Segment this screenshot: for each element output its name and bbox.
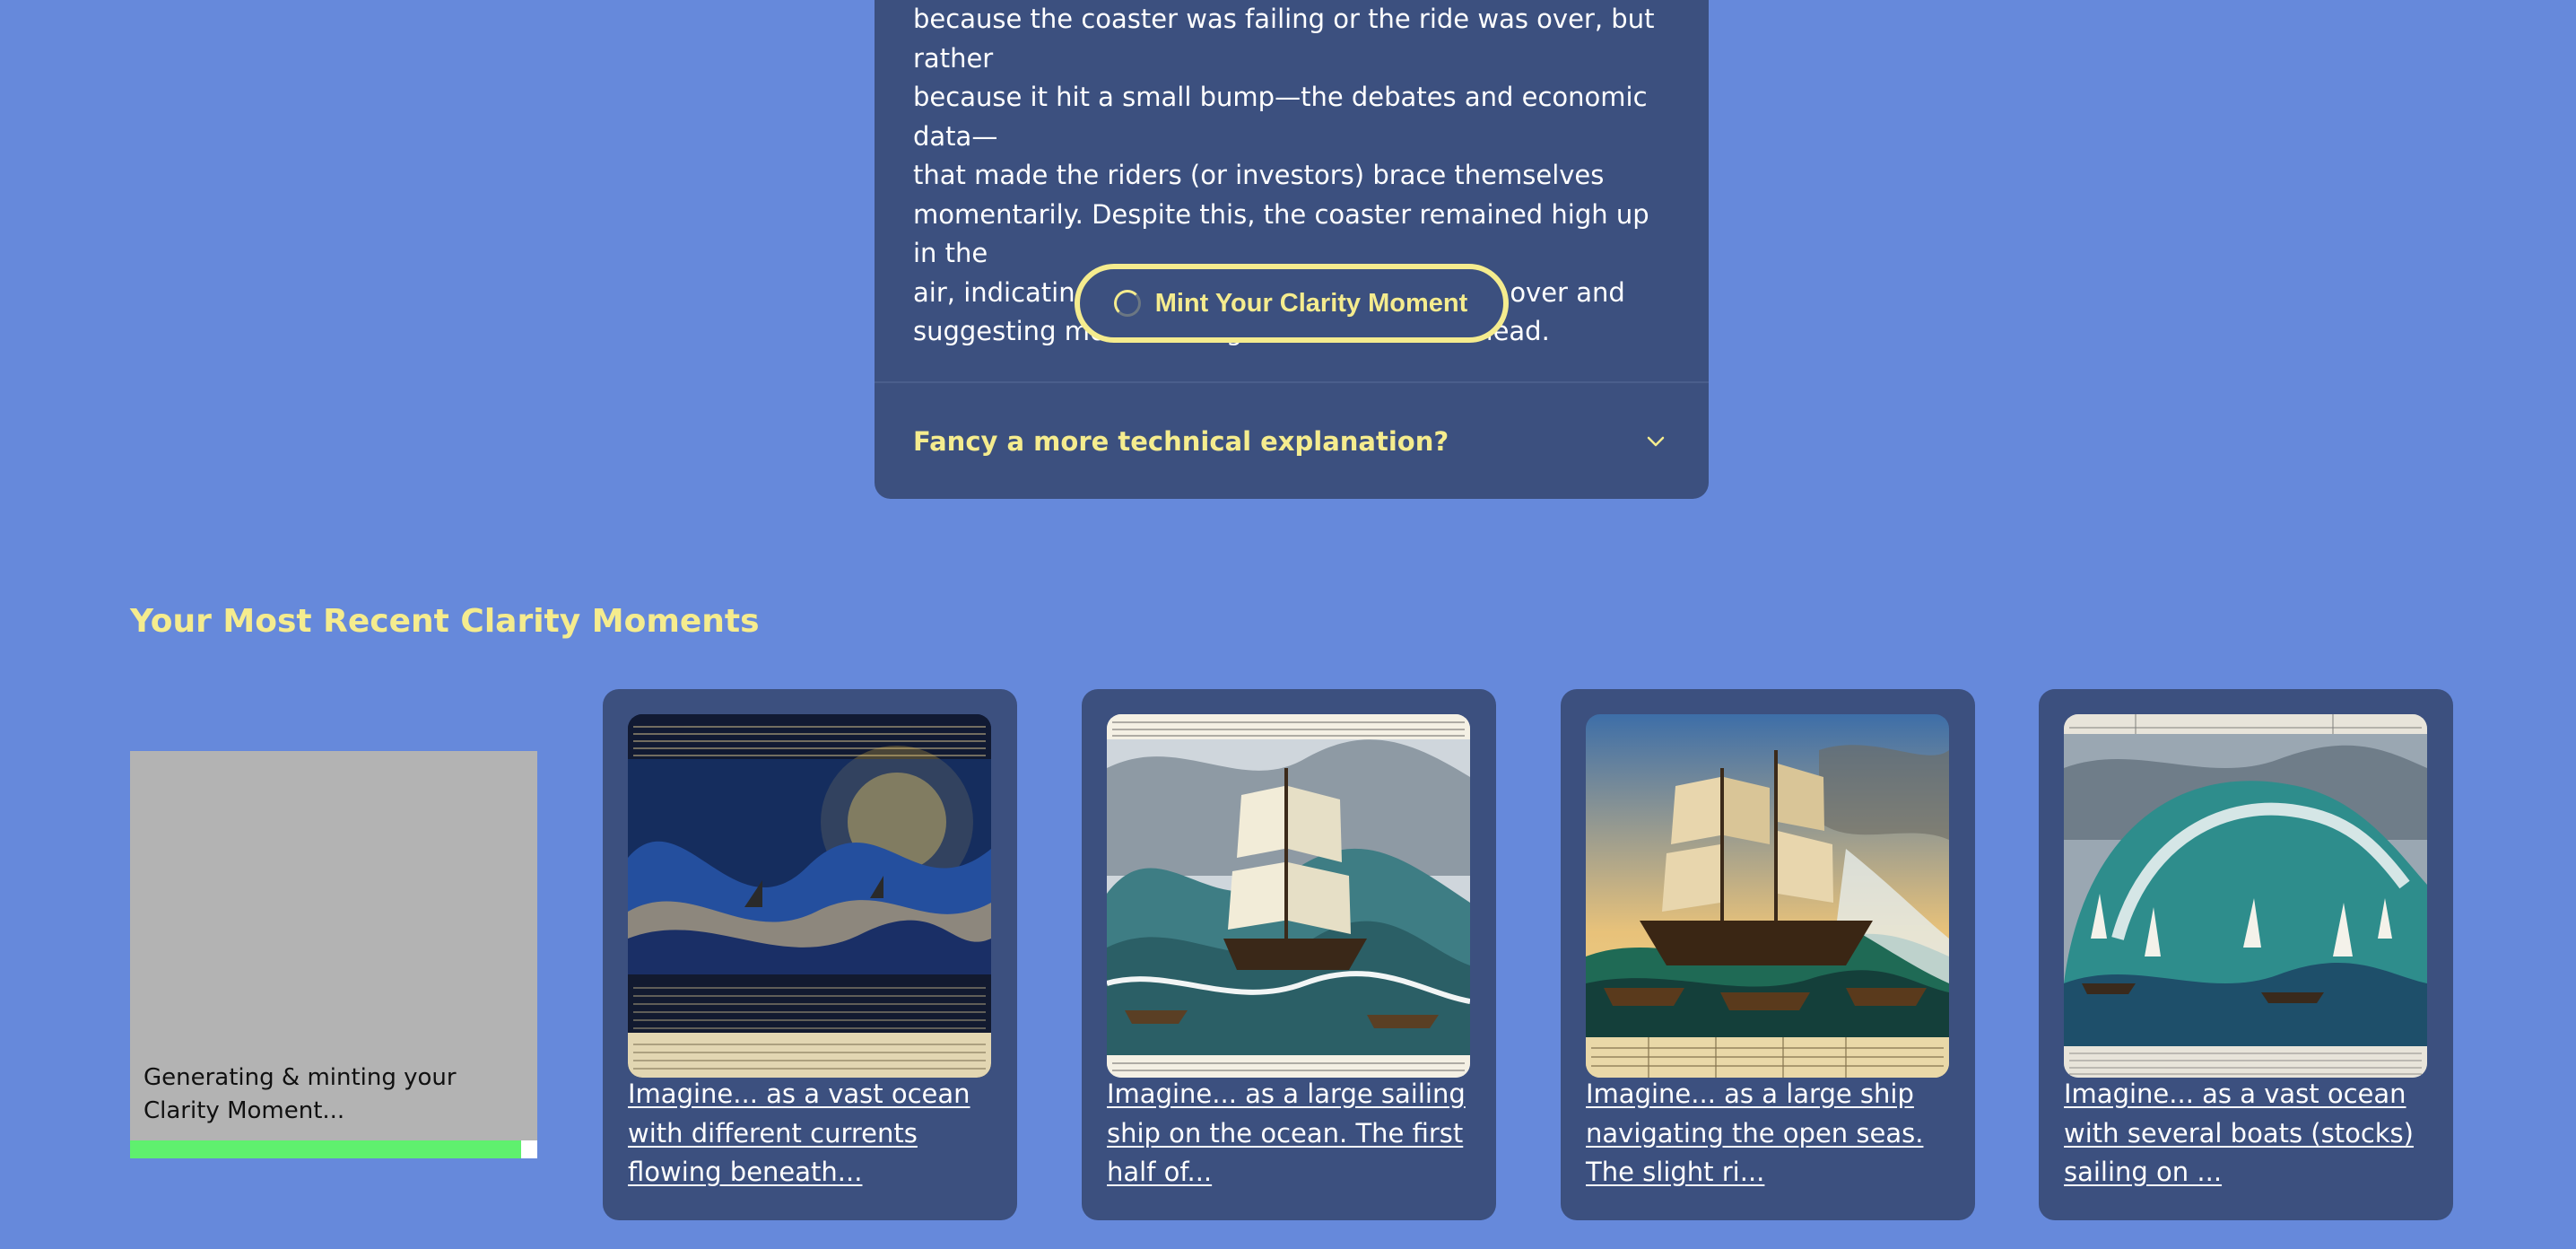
minting-progress-bar	[130, 1140, 537, 1158]
explanation-line: momentarily. Despite this, the coaster r…	[913, 198, 1649, 269]
explanation-line: that made the riders (or investors) brac…	[913, 160, 1605, 190]
moment-link[interactable]: Imagine... as a vast ocean with differen…	[628, 1075, 996, 1192]
explanation-line: because it hit a small bump—the debates …	[913, 82, 1648, 152]
loading-spinner-icon	[1113, 290, 1141, 317]
explanation-line: because the coaster was failing or the r…	[913, 4, 1655, 74]
pending-status-text: Generating & minting your Clarity Moment…	[144, 1064, 457, 1124]
mint-button-row: Mint Your Clarity Moment	[875, 264, 1709, 343]
recent-moments-heading: Your Most Recent Clarity Moments	[130, 603, 760, 640]
chevron-down-icon[interactable]	[1646, 435, 1666, 448]
moment-link[interactable]: Imagine... as a large ship navigating th…	[1586, 1075, 1954, 1192]
moment-card[interactable]: Imagine... as a large ship navigating th…	[1561, 689, 1975, 1220]
explanation-card: because the coaster was failing or the r…	[875, 0, 1709, 499]
accordion-label: Fancy a more technical explanation?	[913, 425, 1449, 457]
technical-explanation-accordion[interactable]: Fancy a more technical explanation?	[875, 383, 1709, 499]
moment-card[interactable]: Imagine... as a large sailing ship on th…	[1082, 689, 1496, 1220]
moment-image[interactable]	[1586, 714, 1949, 1078]
mint-button-label: Mint Your Clarity Moment	[1154, 288, 1468, 318]
moment-link[interactable]: Imagine... as a vast ocean with several …	[2064, 1075, 2432, 1192]
moment-link[interactable]: Imagine... as a large sailing ship on th…	[1107, 1075, 1475, 1192]
mint-clarity-moment-button[interactable]: Mint Your Clarity Moment	[1074, 264, 1510, 343]
moment-card[interactable]: Imagine... as a vast ocean with differen…	[603, 689, 1017, 1220]
moment-image[interactable]	[2064, 714, 2427, 1078]
page: because the coaster was failing or the r…	[0, 0, 2576, 1249]
pending-moment-card: Generating & minting your Clarity Moment…	[130, 751, 537, 1158]
moment-image[interactable]	[628, 714, 991, 1078]
moment-image[interactable]	[1107, 714, 1470, 1078]
progress-fill	[130, 1140, 521, 1158]
moment-card[interactable]: Imagine... as a vast ocean with several …	[2039, 689, 2453, 1220]
